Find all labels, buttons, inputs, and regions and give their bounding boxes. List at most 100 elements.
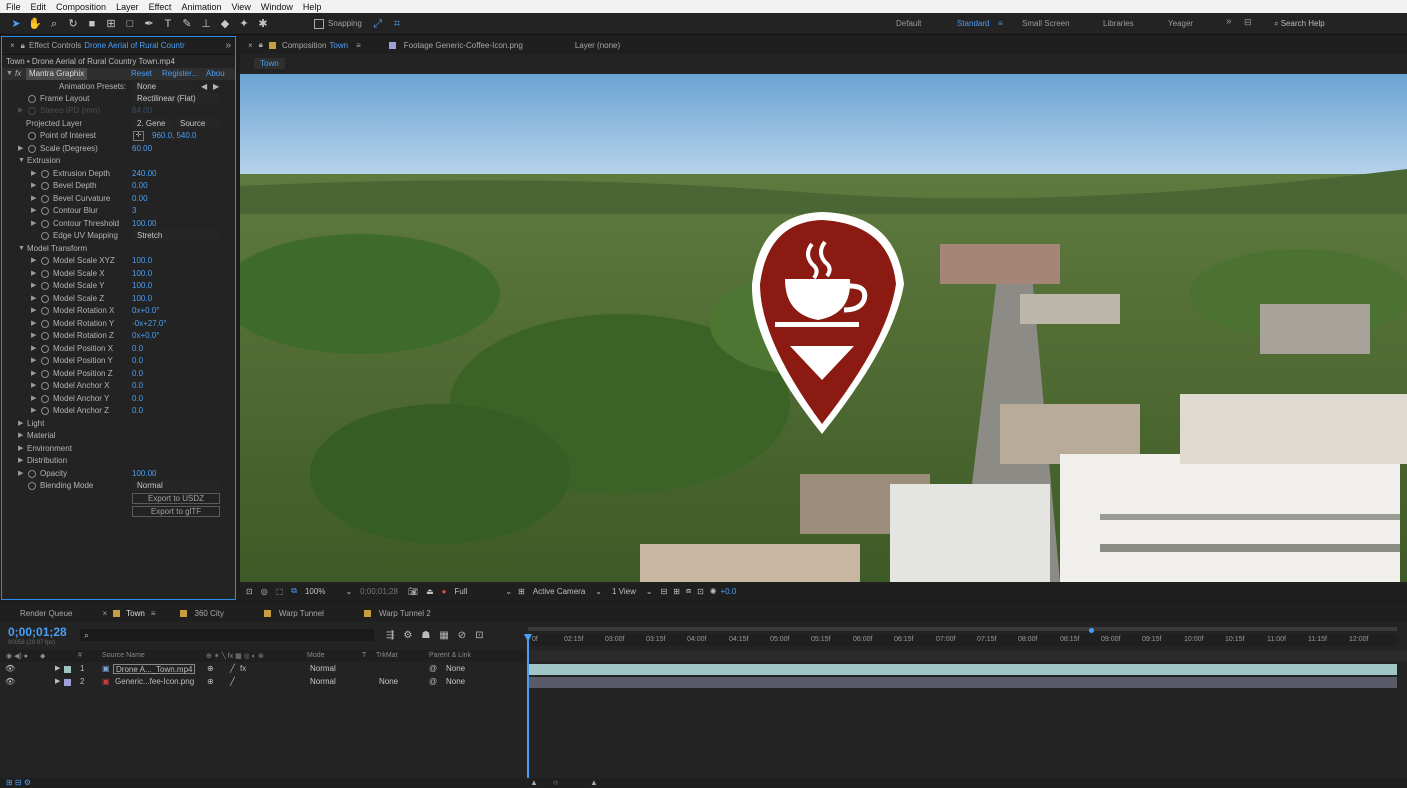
zoom-in-icon[interactable]: ▲ (590, 778, 598, 787)
always-preview-icon[interactable]: ⊡ (246, 587, 253, 596)
projected-layer-source-dropdown[interactable]: Source (176, 118, 220, 129)
eraser-tool-icon[interactable]: ◆ (217, 16, 233, 32)
layer-label-color[interactable] (64, 679, 71, 686)
crosshair-icon[interactable]: ✛ (133, 131, 144, 141)
motion-blur-icon[interactable]: ⊘ (458, 630, 475, 641)
snap-icon[interactable]: ⤢ (370, 16, 386, 32)
panel-layout-icon[interactable]: ⊟ (1244, 17, 1252, 28)
snapshot-camera-icon[interactable]: 📷︎ (408, 587, 418, 596)
model-transform-group[interactable]: ▼ Model Transform (2, 243, 235, 255)
zoom-dropdown[interactable]: 100% (305, 587, 325, 596)
footer-switches-icon[interactable]: ⊞ ⊟ ⚙ (6, 778, 31, 787)
expand-triangle-icon[interactable]: ▶ (31, 318, 36, 330)
zoom-slider-icon[interactable]: ○ (553, 778, 558, 787)
lock-icon[interactable]: 🔒︎ (21, 41, 25, 51)
view-layout-dropdown[interactable]: 1 View (612, 587, 636, 596)
layer-mode-dropdown[interactable]: Normal (307, 664, 355, 674)
flowchart-town-item[interactable]: Town (254, 58, 285, 69)
effect-controls-tab[interactable]: × 🔒︎ Effect Controls Drone Aerial of Rur… (2, 37, 235, 55)
register-link[interactable]: Register... (162, 68, 198, 80)
pan-behind-tool-icon[interactable]: ⊞ (103, 16, 119, 32)
stopwatch-icon[interactable] (41, 395, 49, 403)
playhead[interactable] (527, 634, 529, 778)
layer-source-name[interactable]: Drone A..._Town.mp4 (113, 664, 196, 674)
exposure-icon[interactable]: ✺ (710, 587, 717, 596)
shy-switch-icon[interactable]: ⊕ (207, 663, 214, 675)
fx-switch-icon[interactable]: fx (240, 663, 246, 675)
stopwatch-icon[interactable] (41, 207, 49, 215)
workspace-standard[interactable]: Standard (957, 19, 989, 28)
stopwatch-icon[interactable] (41, 170, 49, 178)
layer-parent-dropdown[interactable]: None (443, 664, 505, 674)
layer-trkmat-dropdown[interactable]: None (376, 677, 422, 687)
export-usdz-button[interactable]: Export to USDZ (132, 493, 220, 504)
roto-brush-tool-icon[interactable]: ✦ (236, 16, 252, 32)
timeline-icon[interactable]: ⊞ (673, 587, 680, 596)
expand-triangle-icon[interactable]: ▶ (31, 293, 36, 305)
layer-label-color[interactable] (64, 666, 71, 673)
column-source-name[interactable]: Source Name (102, 652, 145, 659)
expand-triangle-icon[interactable]: ▶ (31, 368, 36, 380)
timeline-current-time[interactable]: 0;00;01;28 (8, 625, 67, 639)
model-anchor-z-value[interactable]: 0.0 (132, 405, 143, 417)
model-scale-x-value[interactable]: 100.0 (132, 268, 152, 280)
effect-header-mantra[interactable]: ▼ fx Mantra Graphix Reset Register... Ab… (2, 68, 235, 80)
stopwatch-icon[interactable] (28, 470, 36, 478)
export-gltf-button[interactable]: Export to glTF (132, 506, 220, 517)
brush-tool-icon[interactable]: ✎ (179, 16, 195, 32)
eye-icon[interactable]: 👁︎ (5, 663, 15, 675)
pen-tool-icon[interactable]: ✒ (141, 16, 157, 32)
work-area-end-handle[interactable] (1089, 628, 1094, 633)
layer-row[interactable]: 👁︎ ▶ 2 ▣ Generic...fee-Icon.png ⊕ ╱ Norm… (0, 676, 525, 688)
lock-icon[interactable]: 🔒︎ (259, 40, 263, 50)
expand-triangle-icon[interactable]: ▶ (18, 143, 23, 155)
expand-triangle-icon[interactable]: ▶ (31, 180, 36, 192)
tab-360-city[interactable]: 360 City (195, 609, 224, 618)
rotate-tool-icon[interactable]: ↻ (65, 16, 81, 32)
contour-threshold-value[interactable]: 100.00 (132, 218, 156, 230)
tab-render-queue[interactable]: Render Queue (20, 609, 72, 618)
layer-parent-dropdown[interactable]: None (443, 677, 505, 687)
menu-window[interactable]: Window (261, 2, 293, 12)
stopwatch-icon[interactable] (41, 182, 49, 190)
stopwatch-icon[interactable] (28, 482, 36, 490)
exposure-value[interactable]: +0.0 (720, 587, 736, 596)
current-time-display[interactable]: 0;00;01;28 (360, 587, 398, 596)
model-rotation-y-value[interactable]: -0x+27.0° (132, 318, 167, 330)
distribution-group[interactable]: ▶ Distribution (2, 455, 235, 467)
stopwatch-icon[interactable] (41, 357, 49, 365)
snap-feature-icon[interactable]: ⌗ (389, 16, 405, 32)
expand-triangle-icon[interactable]: ▶ (31, 305, 36, 317)
stopwatch-icon[interactable] (41, 382, 49, 390)
eye-icon[interactable]: 👁︎ (5, 676, 15, 688)
expand-triangle-icon[interactable]: ▶ (31, 405, 36, 417)
rectangle-tool-icon[interactable]: □ (122, 16, 138, 32)
zoom-tool-icon[interactable]: ⌕ (46, 16, 62, 32)
expand-triangle-icon[interactable]: ▶ (31, 193, 36, 205)
preset-next-icon[interactable]: ▶ (213, 81, 219, 93)
tab-town[interactable]: Town (126, 609, 145, 618)
menu-effect[interactable]: Effect (149, 2, 172, 12)
extrusion-group[interactable]: ▼ Extrusion (2, 155, 235, 167)
composition-viewer[interactable] (240, 74, 1407, 582)
scale-degrees-value[interactable]: 60.00 (132, 143, 152, 155)
reset-exposure-icon[interactable]: ⊡ (697, 587, 704, 596)
model-scale-z-value[interactable]: 100.0 (132, 293, 152, 305)
menu-edit[interactable]: Edit (31, 2, 47, 12)
menu-animation[interactable]: Animation (181, 2, 221, 12)
close-icon[interactable]: × (102, 609, 107, 618)
preset-prev-icon[interactable]: ◀ (201, 81, 207, 93)
expand-triangle-icon[interactable]: ▶ (31, 205, 36, 217)
resolution-dropdown[interactable]: Full (455, 587, 468, 596)
selection-tool-icon[interactable]: ➤ (8, 16, 24, 32)
stopwatch-icon[interactable] (28, 95, 36, 103)
expand-triangle-icon[interactable]: ▶ (31, 330, 36, 342)
opacity-value[interactable]: 100.00 (132, 468, 156, 480)
stopwatch-icon[interactable] (41, 345, 49, 353)
model-rotation-x-value[interactable]: 0x+0.0° (132, 305, 159, 317)
edge-uv-mapping-dropdown[interactable]: Stretch (133, 230, 219, 241)
stopwatch-icon[interactable] (41, 295, 49, 303)
collapse-triangle-icon[interactable]: ▼ (18, 243, 25, 255)
bevel-depth-value[interactable]: 0.00 (132, 180, 148, 192)
tab-warp-tunnel[interactable]: Warp Tunnel (279, 609, 324, 618)
